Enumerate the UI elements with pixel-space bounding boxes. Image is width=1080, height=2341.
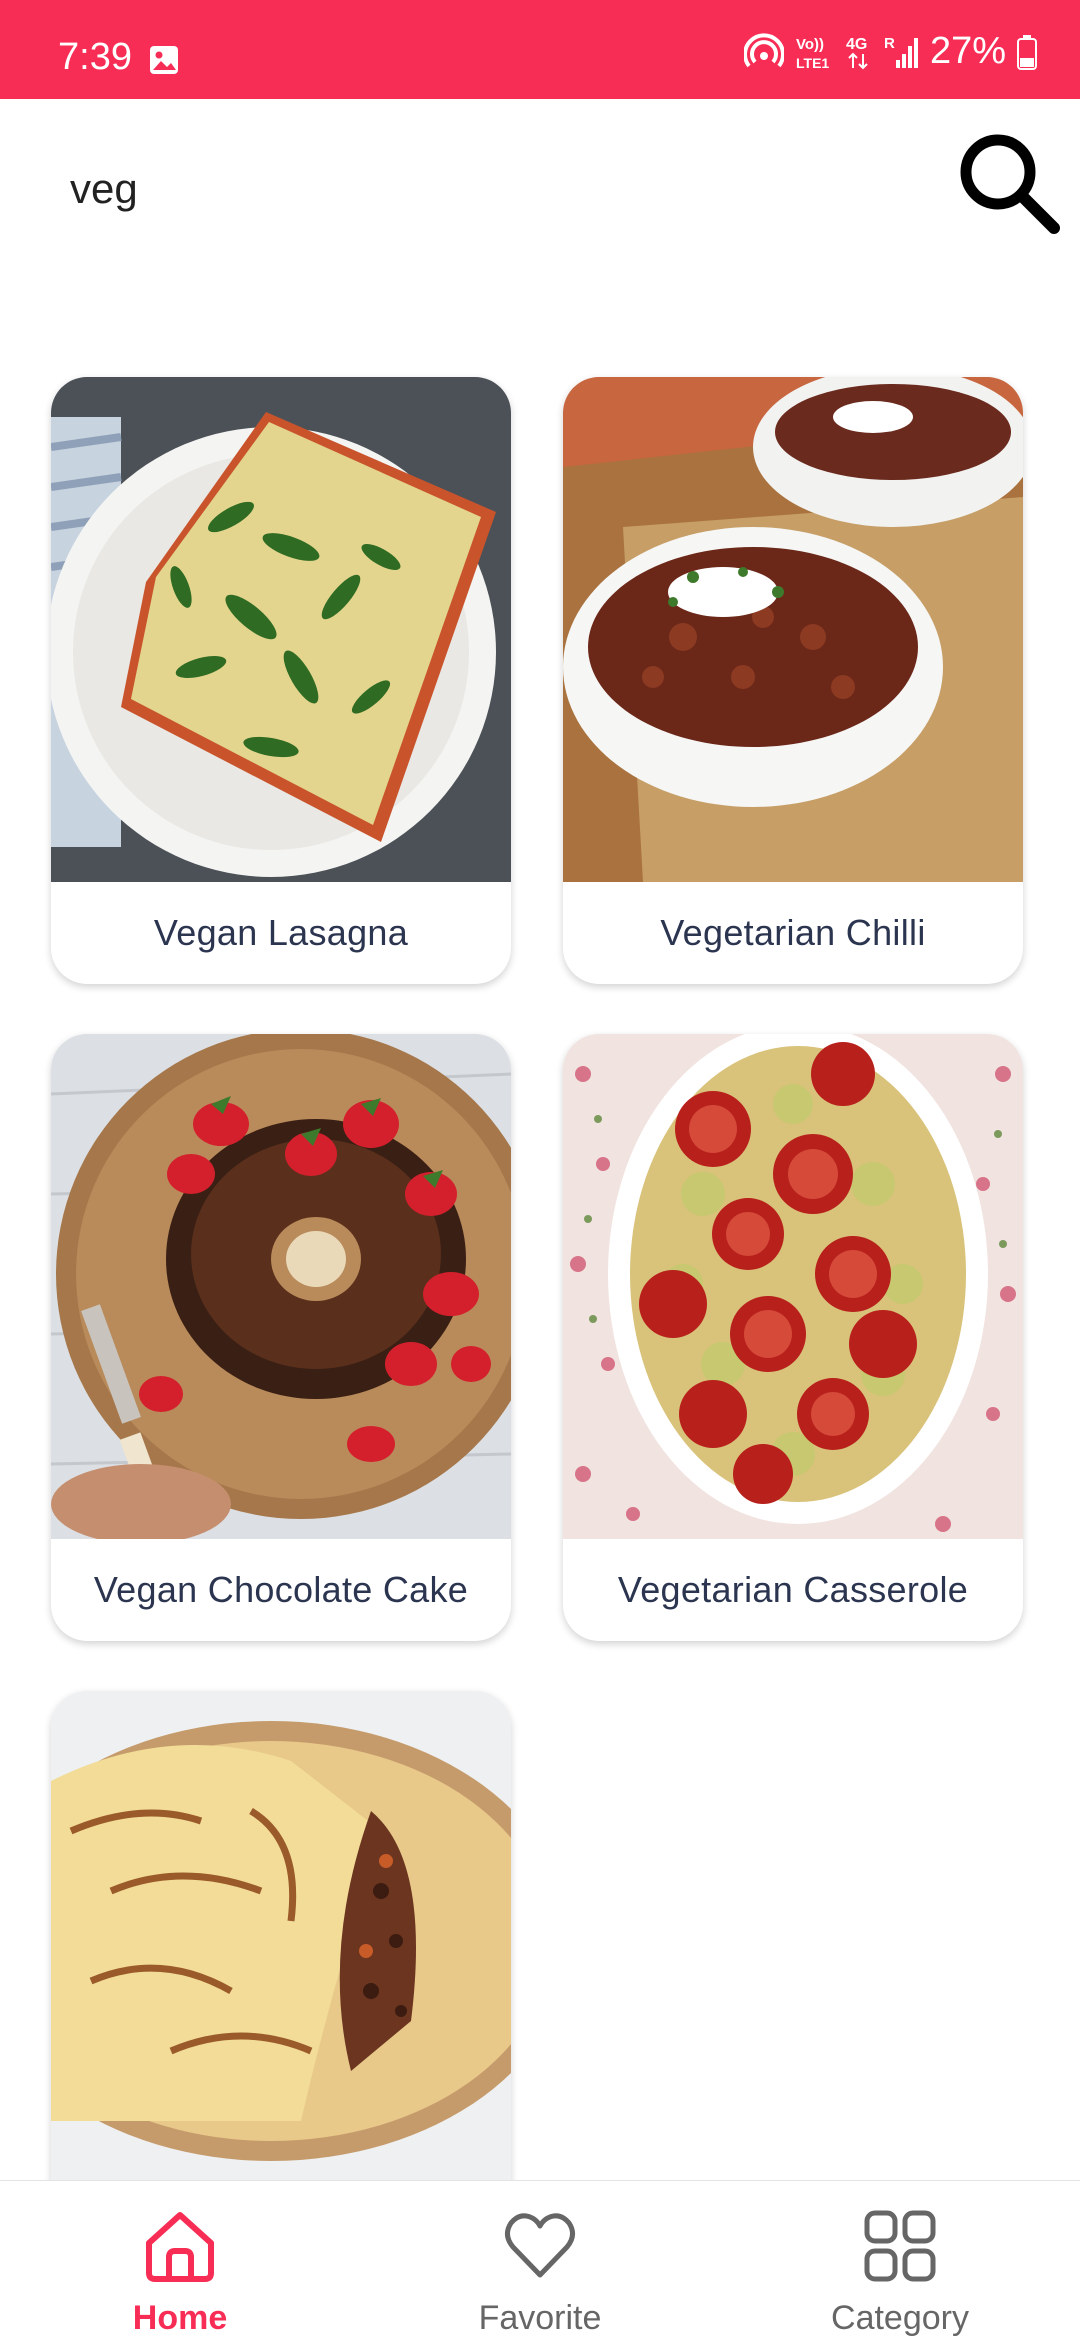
battery-icon (1017, 34, 1037, 70)
heart-icon (505, 2213, 575, 2278)
home-icon (146, 2212, 214, 2282)
recipe-card[interactable]: Vegetarian Casserole (563, 1034, 1023, 1641)
recipe-card[interactable]: Vegan Lasagna (51, 377, 511, 984)
recipe-image (51, 377, 511, 882)
nav-category-label: Category (831, 2299, 969, 2337)
battery-percent: 27% (929, 30, 1006, 72)
recipe-title: Vegan Lasagna (153, 912, 409, 953)
recipe-title: Vegetarian Chilli (660, 912, 926, 953)
recipe-image (51, 1691, 511, 2196)
signal-icon: R (884, 35, 918, 68)
recipe-title: Vegan Chocolate Cake (93, 1569, 469, 1610)
svg-text:Vo)): Vo)) (796, 36, 824, 53)
recipe-title: Vegetarian Casserole (617, 1569, 969, 1610)
volte-icon: Vo)) LTE1 (796, 36, 829, 71)
status-time: 7:39 (58, 36, 132, 78)
svg-text:LTE1: LTE1 (796, 55, 829, 71)
recipe-image (51, 1034, 511, 1539)
recipe-card[interactable]: Vegetarian Chilli (563, 377, 1023, 984)
category-grid-icon (864, 2210, 936, 2282)
nav-favorite[interactable]: Favorite (360, 2181, 720, 2341)
svg-text:R: R (884, 35, 895, 52)
recipe-image (563, 377, 1023, 882)
nav-home-label: Home (132, 2299, 228, 2337)
gallery-icon (150, 46, 178, 74)
search-input[interactable]: veg (70, 165, 138, 213)
bottom-nav: Home Favorite Category (0, 2180, 1080, 2340)
search-bar: veg (0, 99, 1080, 279)
status-right: Vo)) LTE1 4G R 27% (743, 30, 1038, 73)
svg-text:4G: 4G (846, 36, 867, 53)
nav-favorite-label: Favorite (478, 2299, 602, 2337)
4g-icon: 4G (846, 36, 868, 69)
recipe-image (563, 1034, 1023, 1539)
nav-category[interactable]: Category (720, 2181, 1080, 2341)
hotspot-icon (743, 32, 784, 67)
recipe-card[interactable]: Vegan Chocolate Cake (51, 1034, 511, 1641)
status-bar: 7:39 Vo)) LTE1 4G R 27% (0, 0, 1080, 99)
search-icon[interactable] (954, 128, 1064, 238)
nav-home[interactable]: Home (0, 2181, 360, 2341)
